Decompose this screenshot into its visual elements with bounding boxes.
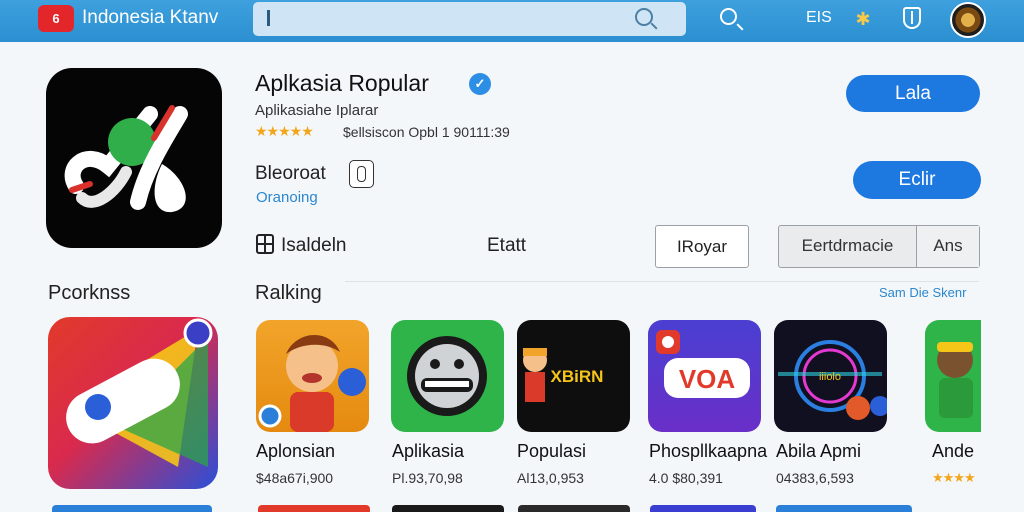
ranking-card-icon-4[interactable]: VOA — [648, 320, 761, 432]
ranking-price-4: 4.0 $80,391 — [649, 470, 723, 486]
rating-stars: ★★★★★ — [255, 123, 314, 139]
segment-right[interactable]: Ans — [917, 226, 979, 267]
poster-text: XBiRN — [551, 367, 604, 386]
segment-left[interactable]: Eertdrmacie — [779, 226, 917, 267]
next-row-card[interactable] — [258, 505, 370, 512]
neon-graphic: iiiolo — [778, 340, 887, 420]
brand-title: Indonesia Ktanv — [82, 7, 219, 28]
store-logo-text: 6 — [52, 11, 60, 26]
section-heading-left: Pcorknss — [48, 282, 131, 304]
grid-icon — [256, 234, 274, 254]
ranking-name-2[interactable]: Aplikasia — [392, 441, 464, 462]
language-label[interactable]: EIS — [806, 9, 832, 27]
ranking-price-5: 04383,6,593 — [776, 470, 854, 486]
app-logo-graphic — [64, 105, 188, 213]
verified-icon: ✓ — [469, 73, 491, 95]
next-row-card[interactable] — [776, 505, 912, 512]
poster-graphic: XBiRN — [523, 348, 604, 402]
report-button[interactable]: IRoyar — [655, 225, 749, 268]
segmented-control: Eertdrmacie Ans — [778, 225, 980, 268]
next-row-card[interactable] — [392, 505, 504, 512]
rating-meta: $ellsiscon Opbl 1 90111:39 — [343, 124, 510, 140]
ranking-name-1[interactable]: Aplonsian — [256, 441, 335, 462]
character-graphic — [937, 342, 973, 418]
store-logo-icon[interactable]: 6 — [38, 5, 74, 32]
ranking-name-4[interactable]: Phospllkaapna — [649, 441, 767, 462]
next-row-card[interactable] — [650, 505, 756, 512]
ranking-card-icon-2[interactable] — [391, 320, 504, 432]
next-row-card[interactable] — [518, 505, 630, 512]
see-all-link[interactable]: Sam Die Skenr — [879, 285, 966, 300]
meta-label-primary: Isaldeln — [281, 235, 347, 256]
voa-graphic: VOA — [656, 330, 750, 398]
gear-icon[interactable]: ✱ — [853, 9, 873, 29]
text-cursor — [267, 10, 270, 26]
search-icon — [720, 8, 737, 25]
neon-text: iiiolo — [819, 371, 841, 383]
search-icon[interactable] — [635, 8, 653, 26]
cartoon-character-graphic — [258, 334, 366, 432]
avatar[interactable] — [950, 2, 986, 38]
device-icon — [349, 160, 374, 188]
header-search-button[interactable] — [720, 8, 737, 25]
developer-tag[interactable]: Oranoing — [256, 189, 318, 206]
shield-icon[interactable] — [903, 7, 921, 29]
developer-name[interactable]: Bleoroat — [255, 163, 326, 185]
ranking-name-5[interactable]: Abila Apmi — [776, 441, 861, 462]
section-heading-ranking: Ralking — [255, 282, 322, 304]
meta-label-secondary: Etatt — [487, 235, 527, 256]
ranking-name-3[interactable]: Populasi — [517, 441, 586, 462]
ranking-price-3: Al13,0,953 — [517, 470, 584, 486]
edit-button[interactable]: Eclir — [853, 161, 981, 199]
divider — [345, 281, 979, 282]
ranking-name-6[interactable]: Ande — [932, 441, 974, 462]
next-row-card[interactable] — [52, 505, 212, 512]
ranking-card-icon-1[interactable] — [256, 320, 369, 432]
app-title: Aplkasia Ropular — [255, 70, 429, 96]
install-button[interactable]: Lala — [846, 75, 980, 112]
ranking-card-icon-3[interactable]: XBiRN — [517, 320, 630, 432]
ranking-stars-6: ★★★★ — [932, 470, 976, 485]
app-subtitle: Aplikasiahe Iplarar — [255, 102, 379, 119]
ranking-card-icon-6[interactable] — [925, 320, 981, 432]
search-input[interactable] — [253, 2, 686, 36]
voa-text: VOA — [679, 364, 736, 394]
robot-face-graphic — [407, 336, 487, 416]
featured-graphic — [66, 318, 213, 467]
top-bar: 6 Indonesia Ktanv EIS ✱ — [0, 0, 1024, 42]
featured-app-card[interactable] — [48, 317, 218, 489]
app-icon — [46, 68, 222, 248]
ranking-price-1: $48a67i,900 — [256, 470, 334, 486]
ranking-card-icon-5[interactable]: iiiolo — [774, 320, 887, 432]
ranking-price-2: Pl.93,70,98 — [392, 470, 463, 486]
